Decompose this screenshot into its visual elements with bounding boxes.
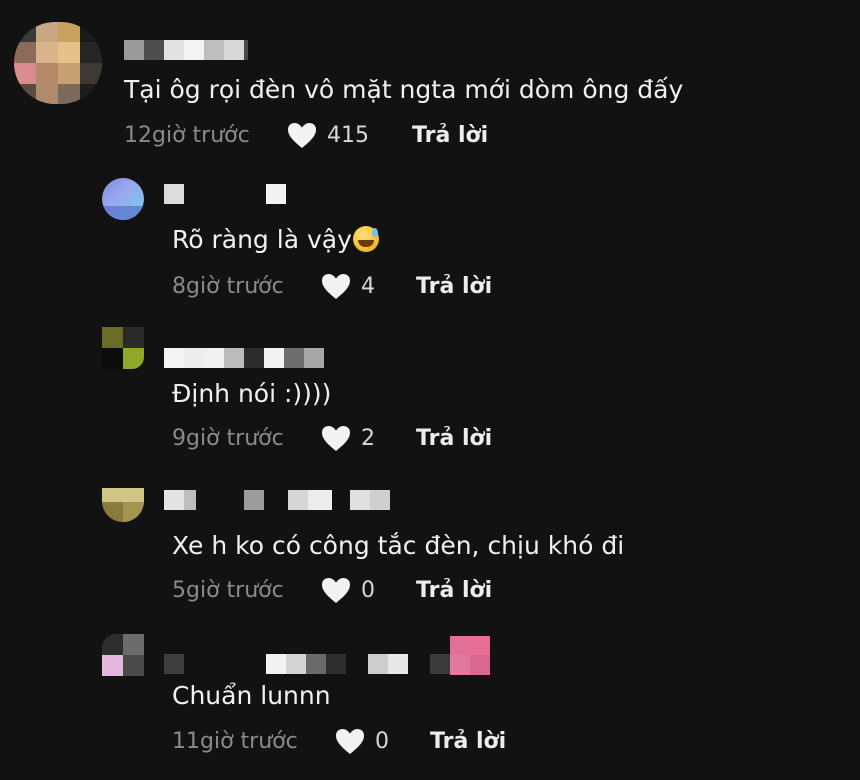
avatar[interactable] — [102, 634, 144, 676]
reply-comment-item: Xe h ko có công tắc đèn, chịu khó đi 5gi… — [0, 464, 860, 616]
username-pixelated[interactable] — [164, 184, 324, 206]
reply-button[interactable]: Trả lời — [416, 271, 492, 303]
avatar[interactable] — [102, 178, 144, 220]
username-pixelated[interactable] — [164, 636, 492, 676]
reply-comment-item: Chuẩn lunnn 11giờ trước 0 Trả lời — [0, 616, 860, 780]
comment-text-content: Rõ ràng là vậy — [172, 225, 352, 254]
comment-time: 8giờ trước — [172, 274, 284, 299]
comment-text: Định nói :)))) — [172, 379, 332, 408]
heart-icon — [320, 271, 352, 303]
like-button[interactable]: 0 — [320, 575, 375, 607]
comment-text: Chuẩn lunnn — [172, 681, 331, 710]
reply-button[interactable]: Trả lời — [430, 726, 506, 758]
comment-item: Tại ôg rọi đèn vô mặt ngta mới dòm ông đ… — [0, 0, 860, 160]
comment-time: 9giờ trước — [172, 426, 284, 451]
username-pixelated[interactable] — [164, 490, 392, 512]
comment-time: 11giờ trước — [172, 729, 298, 754]
comment-text: Xe h ko có công tắc đèn, chịu khó đi — [172, 531, 625, 560]
heart-icon — [320, 575, 352, 607]
comment-time: 5giờ trước — [172, 578, 284, 603]
comment-meta: 11giờ trước 0 Trả lời — [172, 726, 812, 758]
username-pixelated[interactable] — [164, 348, 328, 370]
comment-meta: 9giờ trước 2 Trả lời — [172, 423, 812, 455]
avatar[interactable] — [102, 488, 144, 522]
username-pixelated[interactable] — [124, 40, 248, 62]
like-count: 0 — [361, 578, 375, 603]
reply-comment-item: Định nói :)))) 9giờ trước 2 Trả lời — [0, 312, 860, 464]
reply-comment-item: Rõ ràng là vậy 8giờ trước 4 Trả lời — [0, 160, 860, 312]
like-count: 0 — [375, 729, 389, 754]
comment-text: Tại ôg rọi đèn vô mặt ngta mới dòm ông đ… — [124, 75, 684, 104]
heart-icon — [334, 726, 366, 758]
comment-meta: 8giờ trước 4 Trả lời — [172, 271, 812, 303]
comment-meta: 12giờ trước 415 Trả lời — [124, 120, 824, 152]
reply-button[interactable]: Trả lời — [412, 120, 488, 152]
like-button[interactable]: 2 — [320, 423, 375, 455]
comment-meta: 5giờ trước 0 Trả lời — [172, 575, 812, 607]
like-count: 415 — [327, 123, 369, 148]
like-count: 4 — [361, 274, 375, 299]
like-button[interactable]: 4 — [320, 271, 375, 303]
like-button[interactable]: 0 — [334, 726, 389, 758]
like-count: 2 — [361, 426, 375, 451]
comment-time: 12giờ trước — [124, 123, 250, 148]
grinning-face-with-sweat-icon — [352, 226, 379, 252]
heart-icon — [320, 423, 352, 455]
comment-text: Rõ ràng là vậy — [172, 224, 379, 256]
heart-icon — [286, 120, 318, 152]
reply-button[interactable]: Trả lời — [416, 423, 492, 455]
reply-button[interactable]: Trả lời — [416, 575, 492, 607]
avatar[interactable] — [102, 327, 144, 369]
like-button[interactable]: 415 — [286, 120, 369, 152]
avatar[interactable] — [14, 22, 102, 104]
